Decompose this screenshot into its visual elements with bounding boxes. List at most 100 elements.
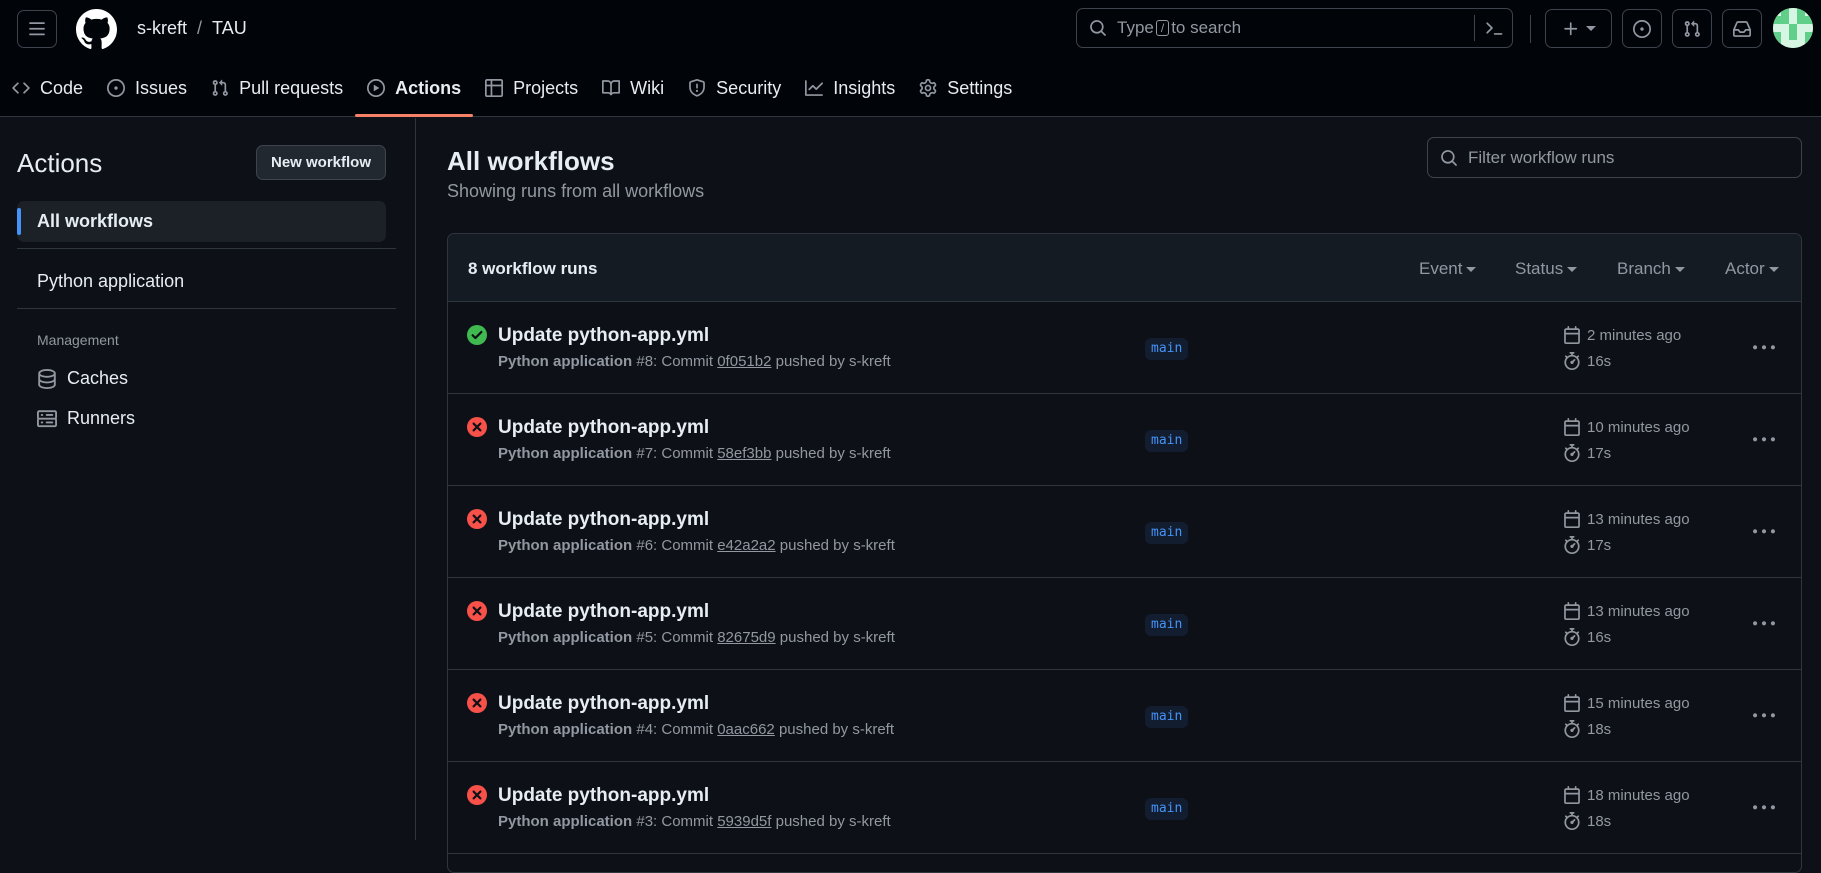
branch-label[interactable]: main (1145, 430, 1189, 452)
x-circle-icon (467, 785, 487, 805)
tab-wiki[interactable]: Wiki (590, 66, 676, 110)
dropdown-label: Branch (1617, 259, 1671, 278)
your-pull-requests-button[interactable] (1672, 9, 1712, 48)
calendar-icon (1564, 326, 1580, 344)
run-options-button[interactable] (1748, 428, 1780, 452)
run-time-ago: 10 minutes ago (1587, 418, 1690, 436)
stopwatch-icon (1564, 352, 1580, 370)
run-started: 18 minutes ago (1563, 786, 1690, 804)
run-duration-value: 17s (1587, 536, 1612, 554)
gear-icon (919, 79, 937, 97)
tab-settings[interactable]: Settings (907, 66, 1024, 110)
run-title[interactable]: Update python-app.yml (498, 693, 709, 715)
tab-code[interactable]: Code (0, 66, 95, 110)
run-time-ago: 13 minutes ago (1587, 602, 1690, 620)
run-duration-value: 18s (1587, 812, 1612, 830)
run-meta: Python application #8: Commit 0f051b2 pu… (498, 353, 891, 370)
sidebar-divider (17, 308, 396, 309)
owner-link[interactable]: s-kreft (137, 18, 187, 39)
command-palette-icon[interactable] (1474, 15, 1512, 41)
run-options-button[interactable] (1748, 796, 1780, 820)
event-filter-dropdown[interactable]: Event (1419, 259, 1477, 279)
stopwatch-icon (1564, 444, 1580, 462)
commit-link[interactable]: 0f051b2 (717, 353, 771, 370)
plus-icon (1563, 21, 1577, 35)
workflow-run-row[interactable]: Update python-app.yml Python application… (448, 762, 1801, 854)
new-workflow-button[interactable]: New workflow (256, 145, 386, 180)
run-duration: 16s (1563, 628, 1611, 646)
issue-icon (1633, 19, 1651, 38)
calendar-icon (1564, 694, 1580, 712)
graph-icon (805, 79, 824, 97)
status-filter-dropdown[interactable]: Status (1515, 259, 1578, 279)
header-divider (1530, 15, 1531, 43)
server-icon (37, 409, 57, 429)
filter-workflow-runs-input[interactable]: Filter workflow runs (1427, 137, 1802, 178)
tab-pull-requests[interactable]: Pull requests (199, 66, 355, 110)
actor-filter-dropdown[interactable]: Actor (1725, 259, 1779, 279)
create-new-button[interactable] (1545, 9, 1612, 48)
run-duration: 17s (1563, 536, 1611, 554)
branch-filter-dropdown[interactable]: Branch (1617, 259, 1685, 279)
branch-label[interactable]: main (1145, 614, 1189, 636)
x-circle-icon (467, 601, 487, 621)
sidebar-item-all-workflows[interactable]: All workflows (17, 201, 386, 242)
run-started: 15 minutes ago (1563, 694, 1690, 712)
workflow-run-row[interactable]: Update python-app.yml Python application… (448, 394, 1801, 486)
branch-label[interactable]: main (1145, 338, 1189, 360)
tab-label: Security (716, 77, 782, 98)
sidebar-item-python-application[interactable]: Python application (17, 261, 386, 302)
pull-request-icon (211, 79, 229, 97)
commit-link[interactable]: 5939d5f (717, 813, 771, 830)
notifications-button[interactable] (1722, 9, 1762, 48)
sidebar-item-runners[interactable]: Runners (37, 408, 135, 429)
run-title[interactable]: Update python-app.yml (498, 601, 709, 623)
run-number: #6 (636, 537, 654, 554)
run-number: #4 (636, 721, 654, 738)
branch-label[interactable]: main (1145, 798, 1189, 820)
stopwatch-icon (1564, 720, 1580, 738)
filter-placeholder: Filter workflow runs (1468, 147, 1615, 167)
tab-security[interactable]: Security (676, 66, 793, 110)
tab-issues[interactable]: Issues (95, 66, 199, 110)
calendar-icon (1564, 602, 1580, 620)
run-options-button[interactable] (1748, 612, 1780, 636)
branch-label[interactable]: main (1145, 522, 1189, 544)
database-icon (37, 368, 57, 389)
run-duration: 17s (1563, 444, 1611, 462)
commit-link[interactable]: e42a2a2 (717, 537, 775, 554)
your-issues-button[interactable] (1622, 9, 1662, 48)
run-meta: Python application #7: Commit 58ef3bb pu… (498, 445, 891, 462)
run-title[interactable]: Update python-app.yml (498, 417, 709, 439)
commit-link[interactable]: 0aac662 (717, 721, 775, 738)
repo-link[interactable]: TAU (212, 18, 247, 39)
run-options-button[interactable] (1748, 520, 1780, 544)
workflow-run-row[interactable]: Update python-app.yml Python application… (448, 486, 1801, 578)
run-number: #5 (636, 629, 654, 646)
run-duration-value: 17s (1587, 444, 1612, 462)
run-title[interactable]: Update python-app.yml (498, 509, 709, 531)
commit-link[interactable]: 82675d9 (717, 629, 775, 646)
avatar[interactable] (1773, 8, 1813, 48)
run-options-button[interactable] (1748, 704, 1780, 728)
tab-actions[interactable]: Actions (355, 66, 474, 117)
run-title[interactable]: Update python-app.yml (498, 785, 709, 807)
tab-projects[interactable]: Projects (473, 66, 590, 110)
run-title[interactable]: Update python-app.yml (498, 325, 709, 347)
workflow-run-row[interactable]: Update python-app.yml Python application… (448, 302, 1801, 394)
branch-label[interactable]: main (1145, 706, 1189, 728)
tab-label: Wiki (630, 77, 665, 98)
github-logo-icon[interactable] (76, 9, 117, 50)
identicon-icon (1773, 8, 1813, 48)
commit-link[interactable]: 58ef3bb (717, 445, 771, 462)
workflow-run-row[interactable]: Update python-app.yml Python application… (448, 670, 1801, 762)
tab-insights[interactable]: Insights (793, 66, 907, 110)
actor-name: s-kreft (853, 537, 895, 554)
sidebar-item-label: Caches (67, 368, 129, 388)
run-duration: 18s (1563, 720, 1611, 738)
hamburger-menu-button[interactable] (17, 10, 57, 48)
global-search-input[interactable]: Type / to search (1076, 8, 1513, 48)
workflow-run-row[interactable]: Update python-app.yml Python application… (448, 578, 1801, 670)
run-options-button[interactable] (1748, 336, 1780, 360)
sidebar-item-caches[interactable]: Caches (37, 368, 128, 389)
